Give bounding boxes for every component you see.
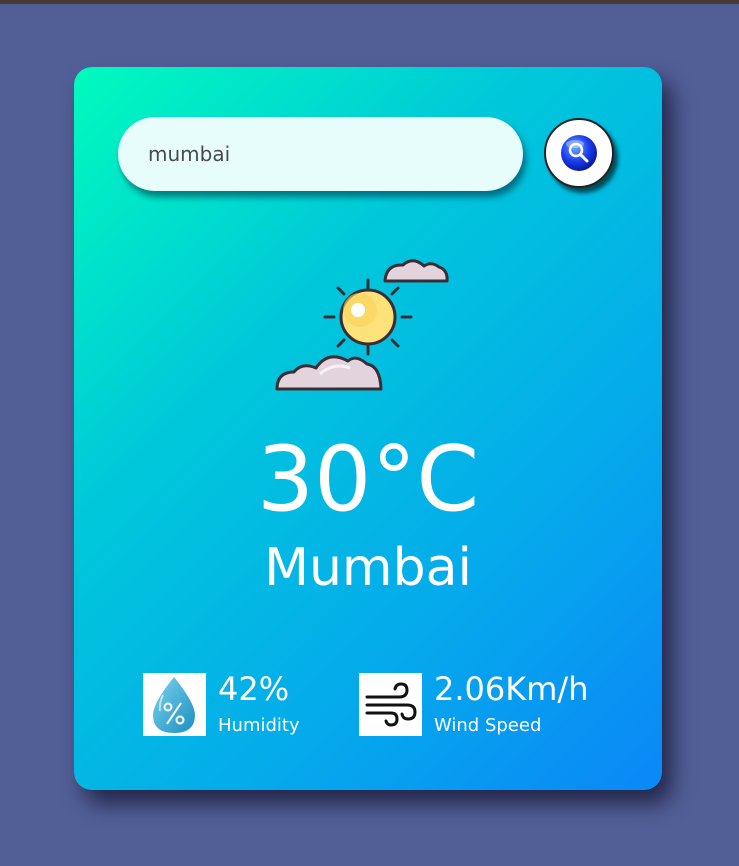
wind-speed-value: 2.06Km/h xyxy=(434,670,589,708)
temperature: 30°C xyxy=(256,427,480,532)
sun-behind-clouds-icon xyxy=(275,259,449,391)
humidity-drop-icon xyxy=(143,673,206,736)
weather-card: 30°C Mumbai 42% Humidity 2.06Km/h Wind S xyxy=(74,67,662,790)
search-button[interactable] xyxy=(544,118,614,188)
humidity-value: 42% xyxy=(218,670,290,708)
humidity-label: Humidity xyxy=(218,715,300,736)
city-search-input[interactable] xyxy=(118,117,523,191)
city-name: Mumbai xyxy=(264,538,472,598)
magnifier-icon xyxy=(561,135,597,171)
window-top-edge xyxy=(0,0,739,4)
wind-icon xyxy=(359,673,422,736)
wind-speed-label: Wind Speed xyxy=(434,715,542,736)
